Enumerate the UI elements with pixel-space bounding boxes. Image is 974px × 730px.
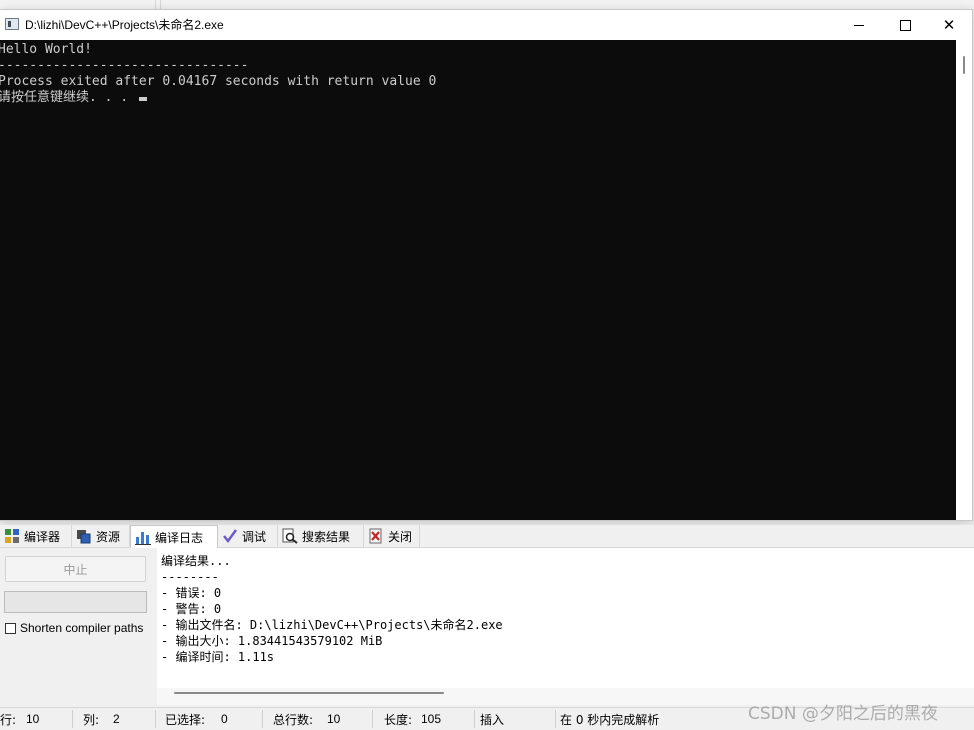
tab-label: 调试 xyxy=(242,529,267,544)
status-selected-label: 已选择: xyxy=(165,713,206,727)
compile-log-output[interactable]: 编译结果... -------- - 错误: 0 - 警告: 0 - 输出文件名… xyxy=(157,548,974,688)
status-divider xyxy=(155,710,156,728)
console-prompt-text: 请按任意键继续. . . xyxy=(0,90,136,105)
status-total-label: 总行数: xyxy=(273,713,314,727)
log-scrollbar-thumb[interactable] xyxy=(174,692,444,694)
tab-label: 关闭 xyxy=(388,529,413,544)
compile-progress-bar xyxy=(4,591,147,613)
log-line: 编译结果... xyxy=(161,554,231,568)
status-selected-value: 0 xyxy=(221,712,228,726)
console-window: D:\lizhi\DevC++\Projects\未命名2.exe ✕ Hell… xyxy=(0,9,973,521)
console-titlebar[interactable]: D:\lizhi\DevC++\Projects\未命名2.exe ✕ xyxy=(0,10,972,40)
shorten-paths-checkbox[interactable] xyxy=(5,622,16,634)
tab-compile-log[interactable]: 编译日志 xyxy=(130,525,218,548)
console-prompt-line: 请按任意键继续. . . xyxy=(0,90,147,106)
compile-control-panel: 中止 Shorten compiler paths xyxy=(0,548,155,705)
console-line: Hello World! xyxy=(0,42,92,57)
log-line: - 错误: 0 xyxy=(161,586,222,600)
console-line: Process exited after 0.04167 seconds wit… xyxy=(0,74,437,89)
console-app-icon xyxy=(5,18,19,30)
console-title: D:\lizhi\DevC++\Projects\未命名2.exe xyxy=(25,18,224,32)
status-divider xyxy=(72,710,73,728)
status-length-value: 105 xyxy=(421,712,442,726)
ide-divider xyxy=(155,0,156,9)
compile-log-icon xyxy=(135,529,151,545)
log-line: - 编译时间: 1.11s xyxy=(161,650,275,664)
console-line: -------------------------------- xyxy=(0,58,249,73)
status-total-value: 10 xyxy=(327,712,341,726)
tab-search-results[interactable]: 搜索结果 xyxy=(278,525,364,547)
maximize-button[interactable] xyxy=(882,10,928,40)
resources-icon xyxy=(76,528,92,544)
tab-label: 资源 xyxy=(96,529,121,544)
search-results-icon xyxy=(282,528,298,544)
close-icon: ✕ xyxy=(942,15,956,34)
log-line: - 警告: 0 xyxy=(161,602,222,616)
tab-resources[interactable]: 资源 xyxy=(72,525,130,547)
tab-label: 搜索结果 xyxy=(302,529,351,544)
status-length-label: 长度: xyxy=(384,713,413,727)
debug-icon xyxy=(222,528,238,544)
log-line: -------- xyxy=(161,570,219,584)
text-cursor xyxy=(138,97,147,101)
status-col-value: 2 xyxy=(113,712,120,726)
tab-label: 编译器 xyxy=(24,529,61,544)
minimize-button[interactable] xyxy=(836,10,882,40)
compiler-icon xyxy=(4,528,20,544)
console-scrollbar-thumb[interactable] xyxy=(963,56,965,74)
status-divider xyxy=(262,710,263,728)
tab-debug[interactable]: 调试 xyxy=(218,525,278,547)
log-line: - 输出大小: 1.83441543579102 MiB xyxy=(161,634,383,648)
ide-divider xyxy=(160,0,161,9)
status-parse-info: 在 0 秒内完成解析 xyxy=(560,713,660,727)
tab-compiler[interactable]: 编译器 xyxy=(0,525,72,547)
console-scrollbar[interactable] xyxy=(956,40,972,520)
status-row-label: 行: xyxy=(0,713,17,727)
status-divider xyxy=(474,710,475,728)
shorten-paths-label: Shorten compiler paths xyxy=(20,621,144,635)
tab-close[interactable]: 关闭 xyxy=(364,525,420,547)
tab-label: 编译日志 xyxy=(155,530,204,545)
log-line: - 输出文件名: D:\lizhi\DevC++\Projects\未命名2.e… xyxy=(161,618,503,632)
minimize-icon xyxy=(854,24,864,26)
close-panel-icon xyxy=(368,528,384,544)
status-divider xyxy=(555,710,556,728)
status-insert-mode: 插入 xyxy=(480,713,505,727)
status-row-value: 10 xyxy=(26,712,40,726)
maximize-icon xyxy=(899,19,911,31)
bottom-panel-tabs: 编译器 资源 编译日志 调试 搜索结果 关闭 xyxy=(0,525,974,548)
stop-button[interactable]: 中止 xyxy=(5,556,146,582)
close-button[interactable]: ✕ xyxy=(926,10,972,40)
console-output[interactable]: Hello World! ---------------------------… xyxy=(0,40,956,520)
csdn-watermark: CSDN @夕阳之后的黑夜 xyxy=(748,704,938,724)
status-divider xyxy=(372,710,373,728)
shorten-paths-option[interactable]: Shorten compiler paths xyxy=(5,621,143,635)
status-col-label: 列: xyxy=(83,713,100,727)
